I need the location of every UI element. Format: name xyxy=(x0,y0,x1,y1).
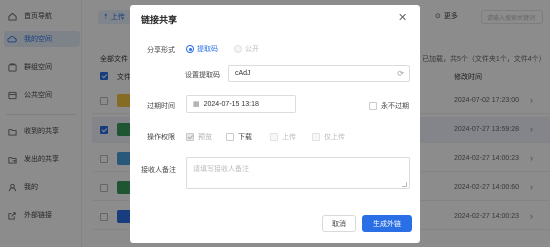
checkbox-box xyxy=(270,133,278,141)
remark-placeholder: 请填写接收人备注 xyxy=(193,166,249,173)
checkbox-box xyxy=(369,102,377,110)
checkbox-label: 永不过期 xyxy=(381,103,409,110)
radio-extract-code[interactable]: 提取码 xyxy=(186,44,218,54)
permission-preview-checkbox[interactable]: 预览 xyxy=(186,132,212,142)
radio-label: 提取码 xyxy=(197,46,218,53)
dialog-title: 链接共享 xyxy=(141,15,178,25)
extract-code-input[interactable]: cAdJ ⟳ xyxy=(228,65,410,82)
permission-label: 操作权限 xyxy=(147,134,175,141)
code-label: 设置提取码 xyxy=(185,72,220,79)
extract-code-value: cAdJ xyxy=(235,70,251,77)
checkbox-label: 上传 xyxy=(282,134,296,141)
checkbox-box xyxy=(312,133,320,141)
share-form-label: 分享形式 xyxy=(147,47,175,54)
cancel-button[interactable]: 取消 xyxy=(322,215,356,232)
expire-label: 过期时间 xyxy=(147,103,175,110)
checkbox-label: 仅上传 xyxy=(324,134,345,141)
checkbox-box xyxy=(186,133,194,141)
checkbox-label: 预览 xyxy=(198,134,212,141)
calendar-icon: ▦ xyxy=(193,101,200,108)
permission-upload-only-checkbox[interactable]: 仅上传 xyxy=(312,132,345,142)
checkbox-label: 下载 xyxy=(238,134,252,141)
radio-dot xyxy=(186,45,194,53)
radio-dot xyxy=(234,45,242,53)
permission-upload-checkbox[interactable]: 上传 xyxy=(270,132,296,142)
never-expire-checkbox[interactable]: 永不过期 xyxy=(369,101,409,111)
checkbox-box xyxy=(226,133,234,141)
resize-handle[interactable] xyxy=(402,182,407,187)
remark-label: 接收人备注 xyxy=(141,167,176,174)
radio-public[interactable]: 公开 xyxy=(234,44,259,54)
close-icon[interactable]: ✕ xyxy=(398,11,407,24)
generate-link-button[interactable]: 生成外链 xyxy=(362,215,412,232)
expire-time-value: 2024-07-15 13:18 xyxy=(203,100,259,108)
link-share-dialog: 链接共享 ✕ 分享形式 提取码 公开 设置提取码 cAdJ ⟳ 过期时间 ▦ 2… xyxy=(130,5,420,243)
permission-download-checkbox[interactable]: 下载 xyxy=(226,132,252,142)
radio-label: 公开 xyxy=(245,46,259,53)
refresh-icon[interactable]: ⟳ xyxy=(397,69,404,78)
expire-time-input[interactable]: ▦ 2024-07-15 13:18 xyxy=(186,95,296,113)
remark-textarea[interactable]: 请填写接收人备注 xyxy=(186,157,410,189)
